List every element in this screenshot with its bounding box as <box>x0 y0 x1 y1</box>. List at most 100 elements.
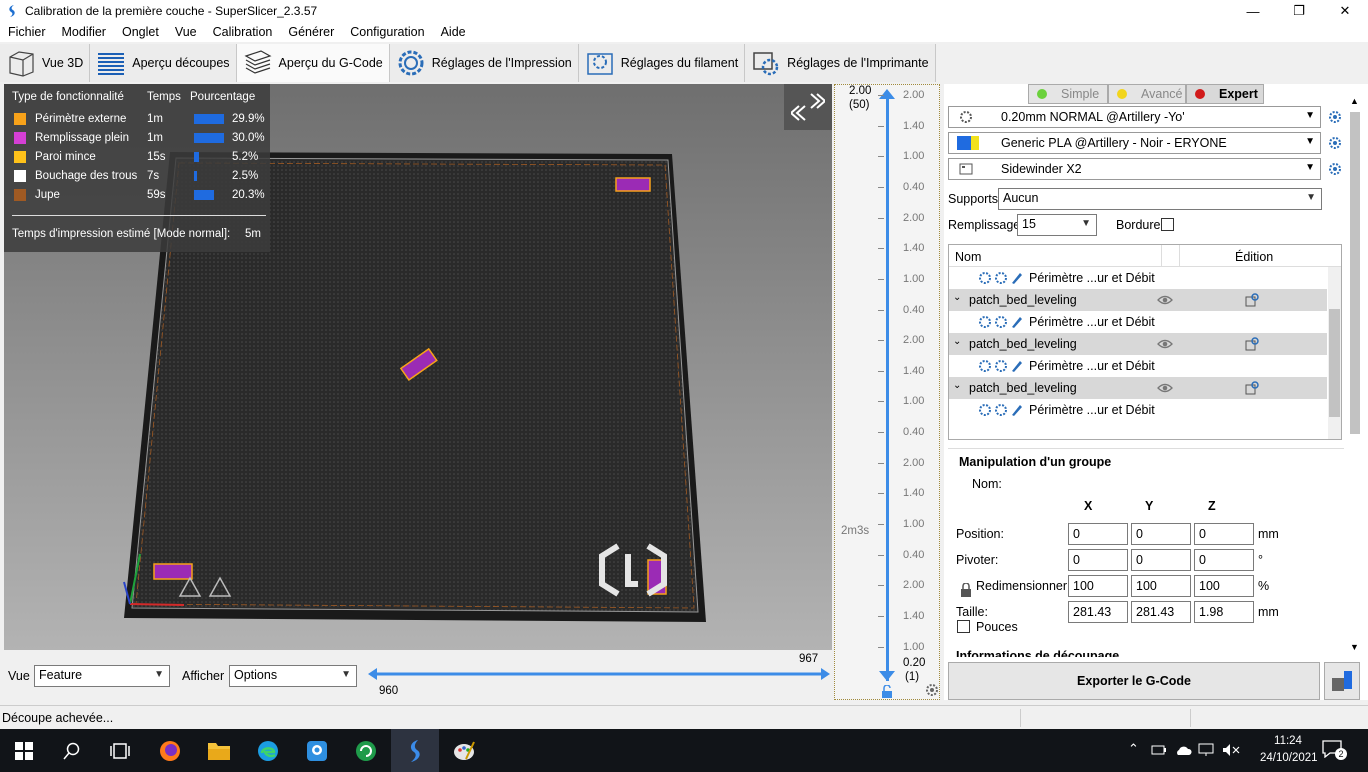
tab-apercu-gcode[interactable]: Aperçu du G-Code <box>236 44 390 82</box>
supports-select[interactable]: Aucun ▼ <box>998 188 1322 210</box>
manipulation-field-y[interactable]: 0 <box>1131 523 1191 545</box>
inches-checkbox[interactable] <box>957 620 970 633</box>
object-setting-row[interactable]: Périmètre ...ur et Débit <box>949 311 1327 333</box>
object-group-row[interactable]: ⌄ patch_bed_leveling <box>949 333 1327 355</box>
right-panel-scrollbar[interactable]: ▲ ▼ <box>1348 96 1362 656</box>
object-setting-row[interactable]: Périmètre ...ur et Débit <box>949 399 1327 421</box>
object-group-row[interactable]: ⌄ patch_bed_leveling <box>949 377 1327 399</box>
expand-chevron-icon[interactable]: ⌄ <box>953 292 961 303</box>
manipulation-field-y[interactable]: 281.43 <box>1131 601 1191 623</box>
menu-modifier[interactable]: Modifier <box>54 25 114 39</box>
manipulation-field-y[interactable]: 100 <box>1131 575 1191 597</box>
notification-center-button[interactable]: 2 <box>1322 740 1347 762</box>
legend-row[interactable]: Paroi mince 15s 5.2% <box>12 150 268 166</box>
mode-expert-button[interactable]: Expert <box>1186 84 1264 104</box>
edit-object-icon[interactable] <box>1245 293 1259 307</box>
expand-chevron-icon[interactable]: ⌄ <box>953 380 961 391</box>
taskbar-search-button[interactable] <box>48 729 96 772</box>
menu-fichier[interactable]: Fichier <box>0 25 54 39</box>
edit-object-icon[interactable] <box>1245 381 1259 395</box>
menu-aide[interactable]: Aide <box>433 25 474 39</box>
layer-upper-thumb[interactable] <box>879 89 895 99</box>
lock-icon[interactable] <box>881 685 893 698</box>
manipulation-field-x[interactable]: 281.43 <box>1068 601 1128 623</box>
legend-row[interactable]: Bouchage des trous 7s 2.5% <box>12 169 268 185</box>
manipulation-field-x[interactable]: 0 <box>1068 549 1128 571</box>
tab-apercu-decoupes[interactable]: Aperçu découpes <box>90 44 237 82</box>
manipulation-field-z[interactable]: 0 <box>1194 549 1254 571</box>
object-group-row[interactable]: ⌄ patch_bed_leveling <box>949 289 1327 311</box>
tab-reglages-filament[interactable]: Réglages du filament <box>578 44 746 82</box>
tray-chevron-up-icon[interactable]: ⌃ <box>1128 741 1139 757</box>
network-icon[interactable] <box>1198 743 1214 757</box>
layer-tick-label: 2.00 <box>903 211 925 224</box>
menu-configuration[interactable]: Configuration <box>342 25 432 39</box>
minimize-button[interactable]: — <box>1230 0 1276 22</box>
menu-onglet[interactable]: Onglet <box>114 25 167 39</box>
start-button[interactable] <box>0 729 48 772</box>
taskbar-edge[interactable] <box>244 729 292 772</box>
scale-lock-icon[interactable] <box>960 583 972 597</box>
onedrive-cloud-icon[interactable] <box>1174 743 1192 757</box>
layer-lower-thumb[interactable] <box>879 671 895 681</box>
legend-row[interactable]: Jupe 59s 20.3% <box>12 188 268 204</box>
eye-icon[interactable] <box>1157 338 1173 350</box>
object-setting-row[interactable]: Périmètre ...ur et Débit <box>949 355 1327 377</box>
printer-preset-select[interactable]: Sidewinder X2 ▼ <box>948 158 1321 180</box>
manipulation-field-z[interactable]: 1.98 <box>1194 601 1254 623</box>
print-preset-gear-icon[interactable] <box>1328 110 1342 124</box>
manipulation-name-label: Nom: <box>972 477 1002 491</box>
filament-preset-select[interactable]: Generic PLA @Artillery - Noir - ERYONE ▼ <box>948 132 1321 154</box>
view-type-select[interactable]: Feature ▼ <box>34 665 170 687</box>
eye-icon[interactable] <box>1157 294 1173 306</box>
scroll-down-icon[interactable]: ▼ <box>1350 642 1359 652</box>
taskbar-file-explorer[interactable] <box>195 729 243 772</box>
taskbar-clock[interactable]: 11:24 24/10/2021 <box>1260 733 1318 767</box>
manipulation-field-z[interactable]: 100 <box>1194 575 1254 597</box>
layer-slider[interactable]: 2.00 (50) 2.00 1.40 1.00 0.40 2.00 1.40 1.00 0.… <box>834 84 940 700</box>
mode-advanced-button[interactable]: Avancé <box>1108 84 1186 104</box>
printer-preset-gear-icon[interactable] <box>1328 162 1342 176</box>
tab-reglages-impression[interactable]: Réglages de l'Impression <box>389 44 579 82</box>
manipulation-field-x[interactable]: 0 <box>1068 523 1128 545</box>
object-setting-row[interactable]: Périmètre ...ur et Débit <box>949 267 1327 289</box>
taskbar-paint-app[interactable] <box>440 729 488 772</box>
menu-vue[interactable]: Vue <box>167 25 205 39</box>
manipulation-field-x[interactable]: 100 <box>1068 575 1128 597</box>
expand-chevron-icon[interactable]: ⌄ <box>953 336 961 347</box>
menu-generer[interactable]: Générer <box>280 25 342 39</box>
taskbar-superslicer[interactable] <box>391 729 439 772</box>
task-view-button[interactable] <box>96 729 144 772</box>
taskbar-refresh-app[interactable] <box>342 729 390 772</box>
maximize-button[interactable]: ❐ <box>1276 0 1322 22</box>
taskbar-webcam-app[interactable] <box>293 729 341 772</box>
brim-checkbox[interactable] <box>1161 218 1174 231</box>
print-preset-select[interactable]: 0.20mm NORMAL @Artillery -Yo' ▼ <box>948 106 1321 128</box>
eye-icon[interactable] <box>1157 382 1173 394</box>
legend-row[interactable]: Périmètre externe 1m 29.9% <box>12 112 268 128</box>
export-gcode-button[interactable]: Exporter le G-Code <box>948 662 1320 700</box>
taskbar-firefox[interactable] <box>146 729 194 772</box>
volume-muted-icon[interactable] <box>1222 743 1240 757</box>
object-list-scrollbar[interactable] <box>1328 267 1341 439</box>
tab-reglages-imprimante[interactable]: Réglages de l'Imprimante <box>745 44 936 82</box>
column-edit[interactable]: Édition <box>1235 250 1273 264</box>
legend-row[interactable]: Remplissage plein 1m 30.0% <box>12 131 268 147</box>
move-slider[interactable] <box>368 667 830 681</box>
scroll-up-icon[interactable]: ▲ <box>1350 96 1359 106</box>
tab-vue-3d[interactable]: Vue 3D <box>0 44 91 82</box>
layer-settings-gear-icon[interactable] <box>925 683 939 697</box>
infill-select[interactable]: 15 ▼ <box>1017 214 1097 236</box>
manipulation-field-y[interactable]: 0 <box>1131 549 1191 571</box>
filament-preset-gear-icon[interactable] <box>1328 136 1342 150</box>
menu-calibration[interactable]: Calibration <box>205 25 281 39</box>
collapse-sidebar-button[interactable] <box>784 84 832 130</box>
show-options-select[interactable]: Options ▼ <box>229 665 357 687</box>
send-to-printer-button[interactable] <box>1324 662 1360 700</box>
edit-object-icon[interactable] <box>1245 337 1259 351</box>
battery-icon[interactable] <box>1151 743 1167 757</box>
column-name[interactable]: Nom <box>955 250 981 264</box>
mode-simple-button[interactable]: Simple <box>1028 84 1108 104</box>
manipulation-field-z[interactable]: 0 <box>1194 523 1254 545</box>
close-button[interactable]: ✕ <box>1322 0 1368 22</box>
